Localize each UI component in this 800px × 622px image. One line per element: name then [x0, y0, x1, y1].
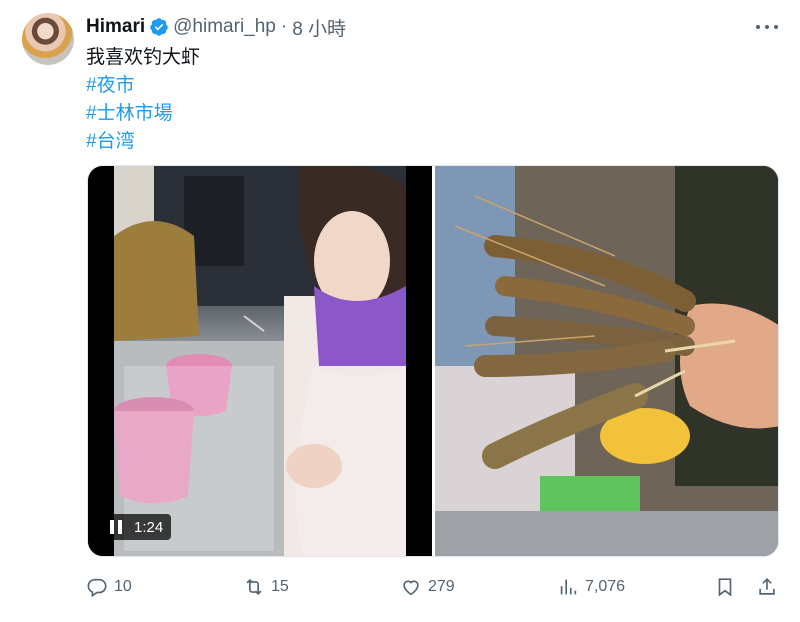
share-button[interactable]: [756, 572, 784, 602]
header-separator: ·: [280, 16, 288, 37]
heart-icon: [403, 580, 419, 596]
tweet-timestamp[interactable]: 8 小時: [292, 14, 346, 41]
share-icon: [759, 578, 775, 595]
shrimp-photo[interactable]: [435, 166, 778, 556]
views-chart-icon: [560, 579, 577, 595]
tweet-actions: 10 15 279 7,076: [86, 572, 780, 602]
tweet-text-line: 我喜欢钓大虾: [86, 47, 201, 68]
reply-icon: [87, 578, 107, 598]
hashtag-taiwan[interactable]: #台湾: [86, 128, 200, 156]
like-count: 279: [428, 578, 455, 595]
reply-count: 10: [114, 578, 132, 595]
author-name[interactable]: Himari: [86, 16, 145, 38]
hashtag-shilin-market[interactable]: #士林市場: [86, 100, 200, 128]
more-options-icon[interactable]: [756, 18, 778, 36]
video-player[interactable]: 1:24: [88, 166, 432, 556]
hashtag-night-market[interactable]: #夜市: [86, 72, 200, 100]
reply-button[interactable]: 10: [86, 572, 132, 602]
video-scene: [114, 166, 406, 556]
photo-scene: [435, 166, 778, 556]
pause-icon[interactable]: [110, 520, 122, 534]
bookmark-button[interactable]: [714, 572, 742, 602]
retweet-button[interactable]: 15: [243, 572, 289, 602]
media-grid: 1:24: [87, 165, 779, 557]
tweet-body: 我喜欢钓大虾 #夜市 #士林市場 #台湾: [86, 44, 200, 156]
bookmark-icon: [718, 578, 732, 597]
author-handle[interactable]: @himari_hp: [173, 16, 276, 38]
tweet-header: Himari @himari_hp · 8 小時: [86, 14, 346, 41]
verified-badge-icon: [150, 18, 168, 36]
views-count: 7,076: [585, 578, 626, 595]
video-thumbnail[interactable]: [114, 166, 406, 556]
views-button[interactable]: 7,076: [557, 572, 625, 602]
video-controls: 1:24: [102, 514, 172, 540]
author-avatar[interactable]: [22, 13, 74, 65]
retweet-count: 15: [271, 578, 289, 595]
retweet-icon: [246, 578, 262, 596]
like-button[interactable]: 279: [400, 572, 455, 602]
video-duration: 1:24: [134, 518, 164, 536]
